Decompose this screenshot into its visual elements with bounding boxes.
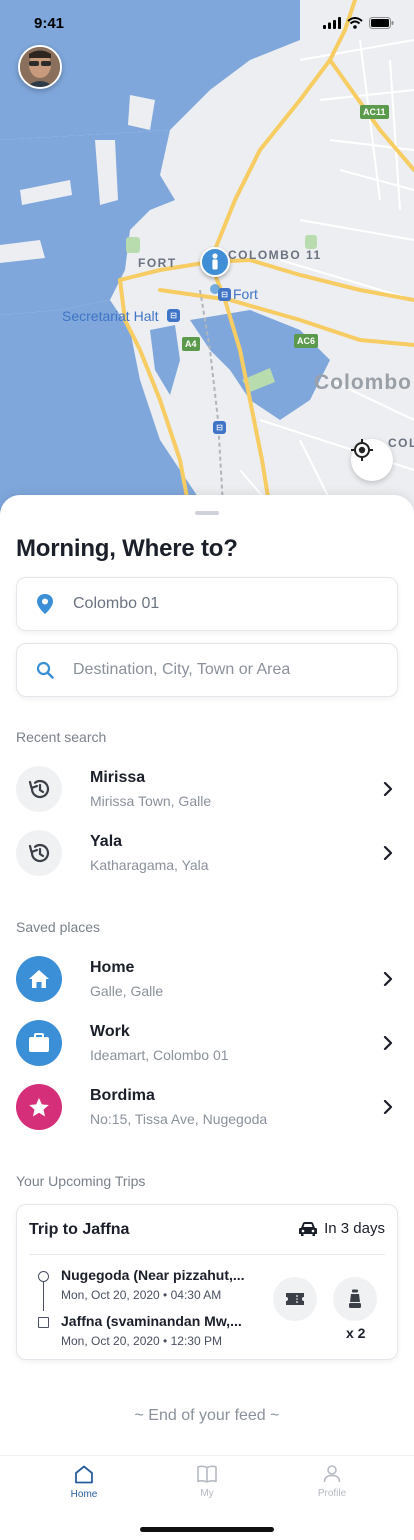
list-item-title: Bordima bbox=[90, 1087, 155, 1104]
saved-place-bordima[interactable]: Bordima No:15, Tissa Ave, Nugegoda bbox=[16, 1081, 398, 1133]
greeting-title: Morning, Where to? bbox=[16, 535, 238, 562]
nav-label-home: Home bbox=[70, 1489, 98, 1500]
destination-field[interactable] bbox=[16, 643, 398, 697]
status-bar: 9:41 bbox=[0, 0, 414, 46]
train-station-icon: ⊟ bbox=[167, 309, 180, 322]
trip-origin-datetime: Mon, Oct 20, 2020 • 04:30 AM bbox=[61, 1288, 222, 1302]
trip-destination: Jaffna (svaminandan Mw,... Mon, Oct 20, … bbox=[61, 1313, 242, 1348]
ticket-icon bbox=[286, 1293, 304, 1305]
history-icon bbox=[16, 830, 62, 876]
trip-title: Trip to Jaffna bbox=[29, 1221, 130, 1238]
chevron-right-icon bbox=[378, 782, 398, 796]
trip-origin-name: Nugegoda (Near pizzahut,... bbox=[61, 1267, 245, 1283]
avatar-photo bbox=[20, 47, 60, 87]
current-location-pin-icon[interactable] bbox=[200, 247, 230, 277]
wifi-icon bbox=[347, 17, 363, 29]
map-label-fort: FORT bbox=[138, 256, 177, 270]
map-view[interactable]: FORT COLOMBO 11 ⊟ Fort Secretariat Halt … bbox=[0, 0, 414, 540]
map-book-icon bbox=[197, 1465, 217, 1483]
battery-icon bbox=[369, 17, 394, 29]
home-outline-icon bbox=[75, 1465, 93, 1484]
list-item-subtitle: Mirissa Town, Galle bbox=[90, 793, 212, 809]
origin-input[interactable] bbox=[73, 595, 397, 613]
nav-label-profile: Profile bbox=[317, 1488, 347, 1499]
person-icon bbox=[323, 1465, 341, 1483]
chevron-right-icon bbox=[378, 972, 398, 986]
map-label-colombo: Colombo bbox=[314, 371, 412, 394]
nav-item-profile[interactable]: Profile bbox=[282, 1465, 382, 1499]
list-item-title: Yala bbox=[90, 833, 123, 850]
road-badge-a4: A4 bbox=[182, 337, 200, 351]
search-icon bbox=[36, 661, 54, 679]
saved-place-home[interactable]: Home Galle, Galle bbox=[16, 953, 398, 1005]
ticket-button[interactable] bbox=[273, 1277, 317, 1321]
bottom-nav: Home My Profile bbox=[0, 1455, 414, 1540]
home-indicator bbox=[140, 1527, 274, 1532]
seat-count: x 2 bbox=[346, 1325, 366, 1341]
trip-countdown-label: In 3 days bbox=[324, 1220, 385, 1237]
list-item-title: Work bbox=[90, 1023, 130, 1040]
route-end-icon bbox=[38, 1317, 49, 1328]
home-icon bbox=[16, 956, 62, 1002]
route-line bbox=[43, 1281, 44, 1311]
train-station-icon: ⊟ bbox=[218, 288, 231, 301]
chevron-right-icon bbox=[378, 1036, 398, 1050]
nav-item-home[interactable]: Home bbox=[34, 1465, 134, 1500]
list-item-subtitle: Galle, Galle bbox=[90, 983, 164, 999]
crosshair-icon bbox=[351, 439, 373, 461]
trip-destination-name: Jaffna (svaminandan Mw,... bbox=[61, 1313, 242, 1329]
avatar[interactable] bbox=[18, 45, 62, 89]
map-label-colombo-11: COLOMBO 11 bbox=[228, 248, 322, 262]
map-label-fort-station: Fort bbox=[233, 286, 258, 302]
pin-anchor-dot bbox=[210, 284, 220, 294]
seat-button[interactable] bbox=[333, 1277, 377, 1321]
sheet-drag-handle[interactable] bbox=[195, 511, 219, 515]
saved-place-work[interactable]: Work Ideamart, Colombo 01 bbox=[16, 1017, 398, 1069]
road-badge-ac6: AC6 bbox=[294, 334, 319, 348]
list-item-title: Home bbox=[90, 959, 135, 976]
list-item-subtitle: No:15, Tissa Ave, Nugegoda bbox=[90, 1111, 268, 1127]
recent-item-yala[interactable]: Yala Katharagama, Yala bbox=[16, 827, 398, 879]
nav-item-my[interactable]: My bbox=[157, 1465, 257, 1499]
locate-me-button[interactable] bbox=[351, 439, 393, 481]
end-of-feed-label: ~ End of your feed ~ bbox=[134, 1407, 280, 1424]
star-icon bbox=[16, 1084, 62, 1130]
car-icon bbox=[299, 1221, 318, 1236]
trip-card[interactable]: Trip to Jaffna In 3 days Nugegoda (Near … bbox=[16, 1204, 398, 1360]
chevron-right-icon bbox=[378, 1100, 398, 1114]
trip-destination-datetime: Mon, Oct 20, 2020 • 12:30 PM bbox=[61, 1334, 222, 1348]
trip-origin: Nugegoda (Near pizzahut,... Mon, Oct 20,… bbox=[61, 1267, 245, 1302]
recent-search-heading: Recent search bbox=[16, 729, 107, 745]
trip-countdown: In 3 days bbox=[298, 1220, 385, 1237]
bottom-sheet: Morning, Where to? Recent search bbox=[0, 495, 414, 1540]
nav-label-my: My bbox=[200, 1488, 214, 1499]
train-station-icon: ⊟ bbox=[213, 421, 226, 434]
road-badge-ac11: AC11 bbox=[360, 105, 389, 119]
list-item-title: Mirissa bbox=[90, 769, 146, 786]
location-pin-icon bbox=[37, 594, 53, 614]
recent-item-mirissa[interactable]: Mirissa Mirissa Town, Galle bbox=[16, 763, 398, 815]
destination-input[interactable] bbox=[73, 661, 397, 679]
list-item-subtitle: Katharagama, Yala bbox=[90, 857, 209, 873]
seat-icon bbox=[349, 1289, 361, 1308]
upcoming-trips-heading: Your Upcoming Trips bbox=[16, 1173, 146, 1189]
signal-icon bbox=[323, 17, 341, 29]
map-label-col: COL bbox=[388, 436, 414, 450]
history-icon bbox=[16, 766, 62, 812]
origin-field[interactable] bbox=[16, 577, 398, 631]
list-item-subtitle: Ideamart, Colombo 01 bbox=[90, 1047, 229, 1063]
status-time: 9:41 bbox=[34, 15, 65, 32]
map-label-secretariat-halt: Secretariat Halt bbox=[62, 308, 159, 324]
divider bbox=[29, 1254, 385, 1255]
briefcase-icon bbox=[16, 1020, 62, 1066]
saved-places-heading: Saved places bbox=[16, 919, 101, 935]
chevron-right-icon bbox=[378, 846, 398, 860]
